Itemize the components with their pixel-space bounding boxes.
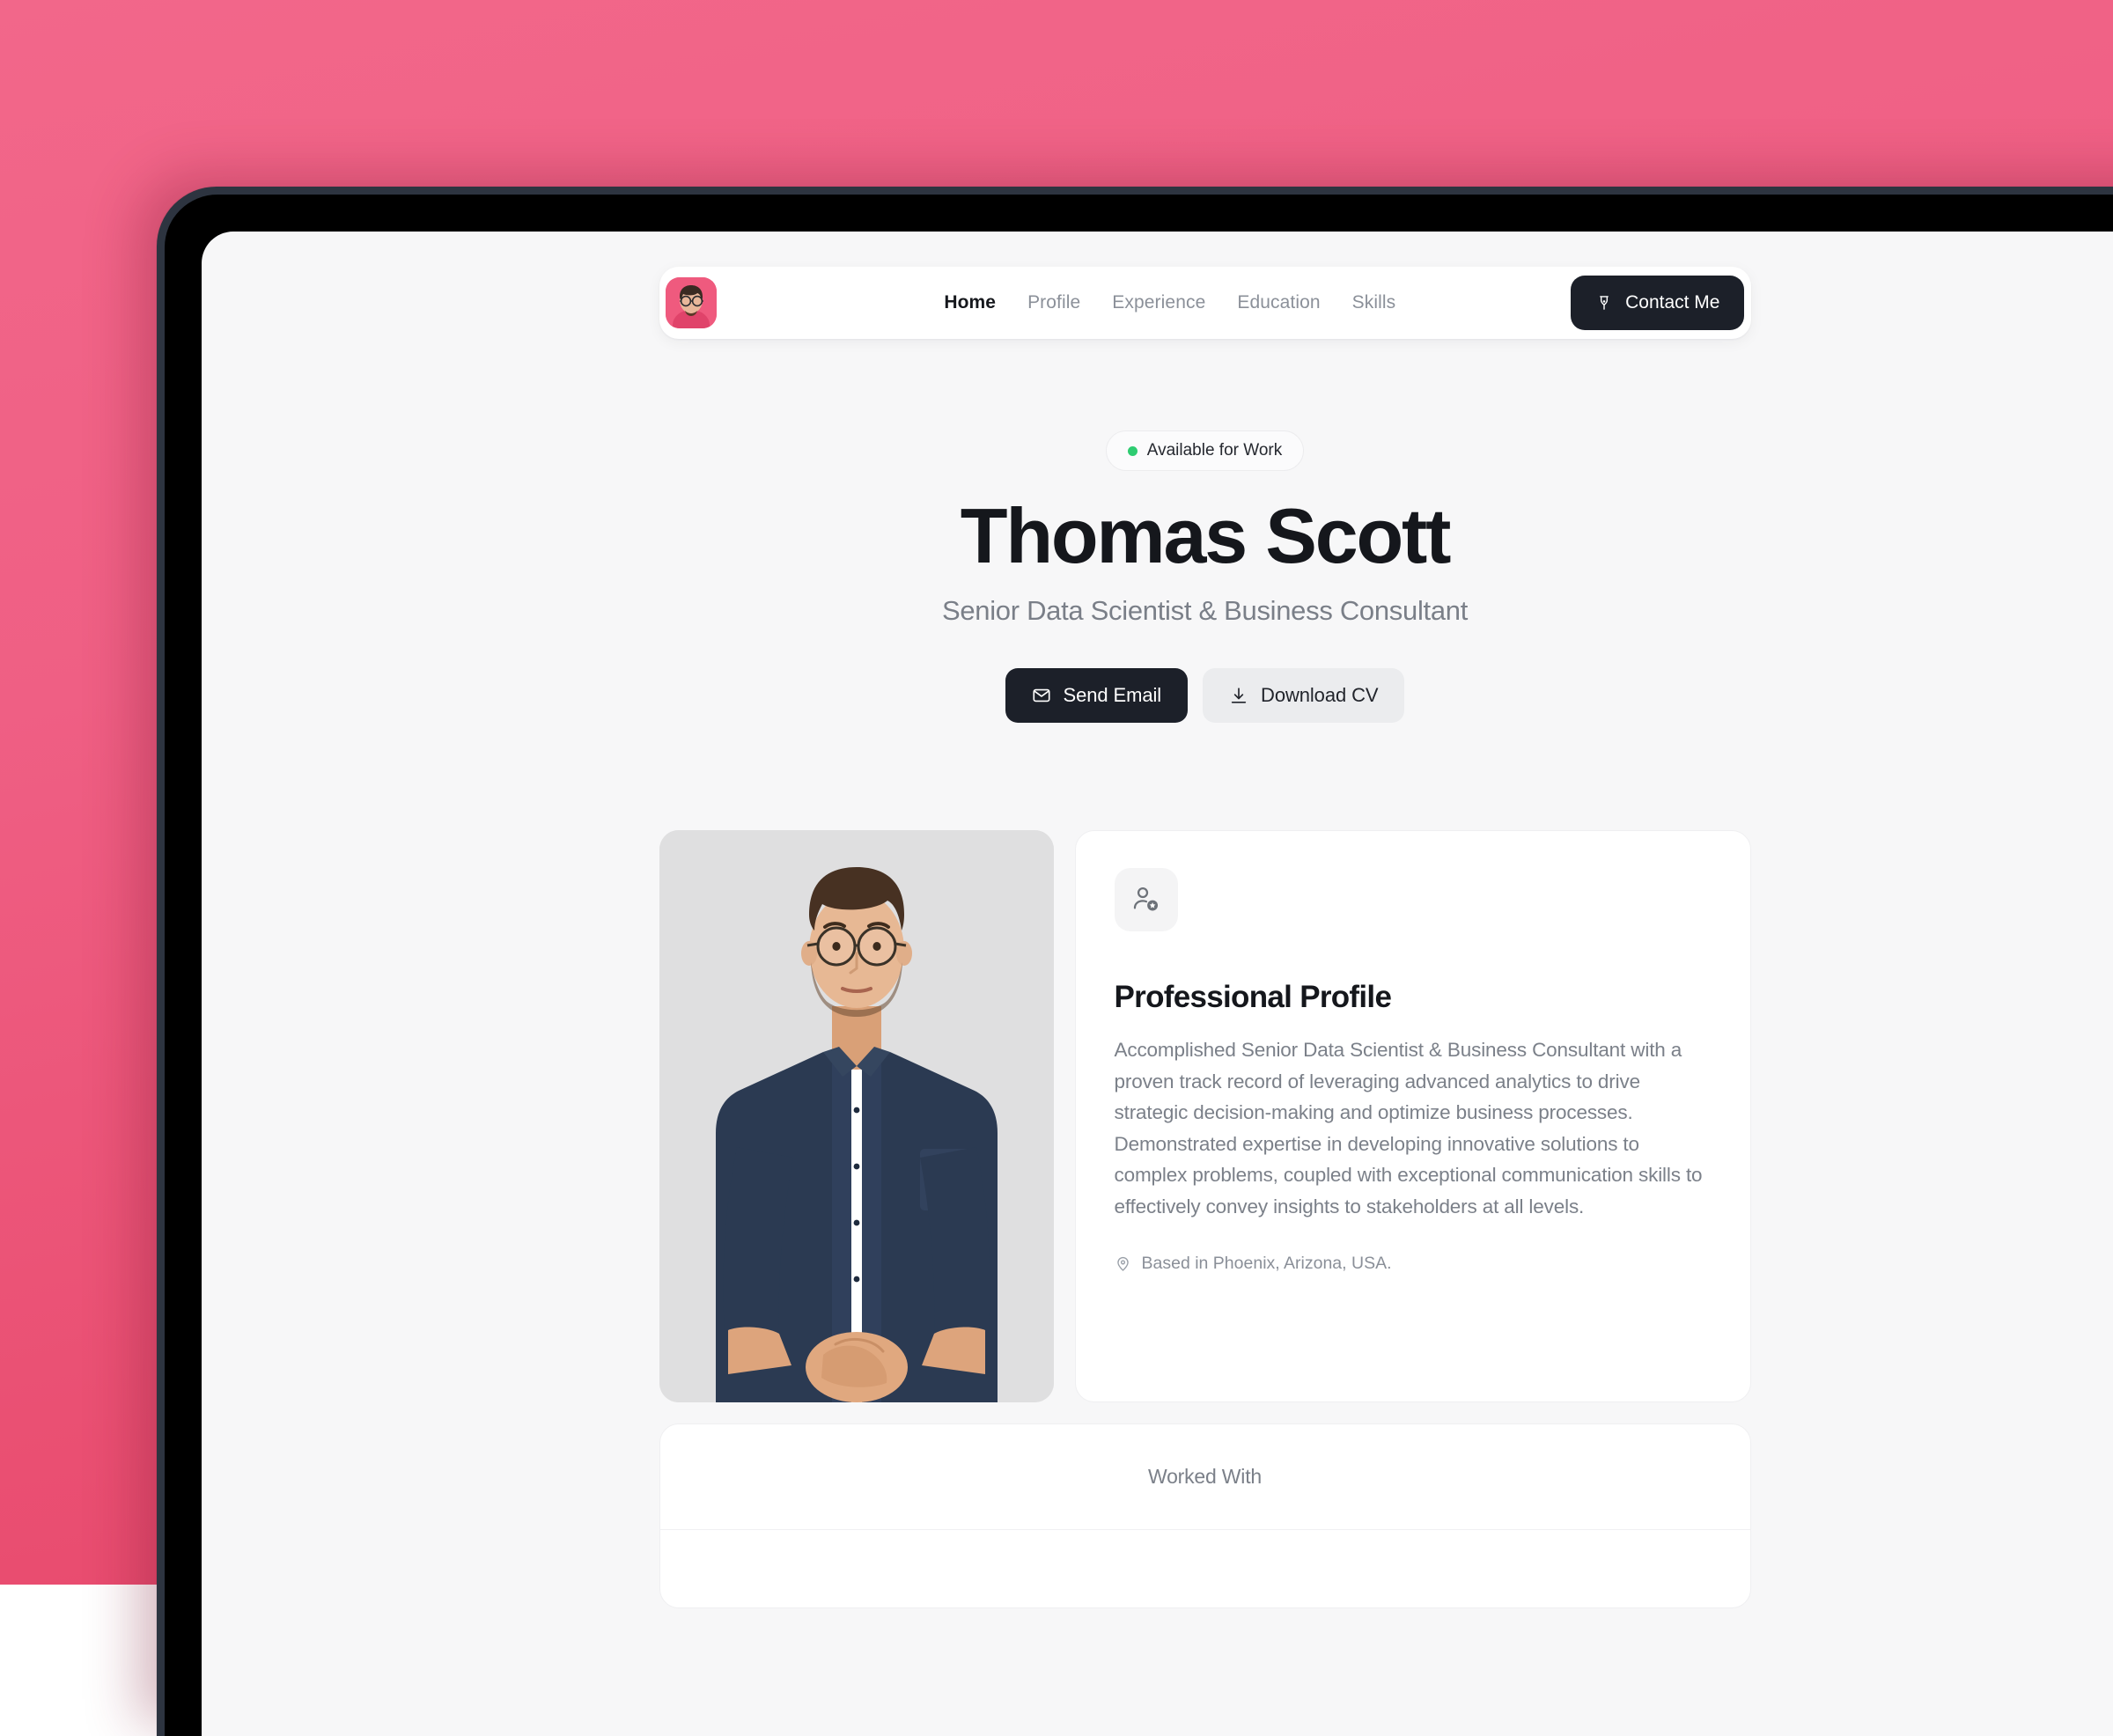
nav-item-skills[interactable]: Skills [1352,292,1396,313]
pen-nib-icon [1595,294,1613,312]
device-frame: Home Profile Experience Education Skills [157,187,2113,1736]
hero-section: Available for Work Thomas Scott Senior D… [659,430,1751,723]
send-email-label: Send Email [1064,684,1162,707]
avatar[interactable] [666,277,717,328]
portfolio-page: Home Profile Experience Education Skills [202,232,2113,1736]
page-title: Thomas Scott [659,494,1751,577]
status-badge-label: Available for Work [1147,441,1282,460]
user-star-icon [1115,868,1178,931]
status-badge: Available for Work [1106,430,1304,471]
status-dot-icon [1128,446,1137,456]
envelope-icon [1032,686,1051,705]
nav-item-home[interactable]: Home [944,292,996,313]
send-email-button[interactable]: Send Email [1005,668,1189,723]
profile-location-label: Based in Phoenix, Arizona, USA. [1142,1254,1392,1274]
profile-card-title: Professional Profile [1115,980,1712,1015]
nav-item-education[interactable]: Education [1237,292,1320,313]
avatar-image [666,277,717,328]
worked-with-card: Worked With [659,1423,1751,1608]
profile-section: Professional Profile Accomplished Senior… [659,830,1751,1402]
portrait-photo-card [659,830,1054,1402]
portrait-photo [659,830,1054,1402]
hero-actions: Send Email Downloa [659,668,1751,723]
worked-with-title: Worked With [660,1465,1750,1489]
contact-me-button[interactable]: Contact Me [1571,276,1744,330]
page-container: Home Profile Experience Education Skills [659,267,1751,1608]
nav-item-experience[interactable]: Experience [1112,292,1205,313]
navbar: Home Profile Experience Education Skills [659,267,1751,339]
worked-with-divider [660,1529,1750,1530]
download-cv-label: Download CV [1261,684,1378,707]
download-icon [1229,686,1248,705]
device-bezel: Home Profile Experience Education Skills [165,195,2113,1736]
profile-card-body: Accomplished Senior Data Scientist & Bus… [1115,1034,1712,1222]
download-cv-button[interactable]: Download CV [1203,668,1404,723]
profile-location: Based in Phoenix, Arizona, USA. [1115,1254,1712,1274]
contact-me-label: Contact Me [1625,292,1719,313]
professional-profile-card: Professional Profile Accomplished Senior… [1075,830,1751,1402]
device-screen: Home Profile Experience Education Skills [202,232,2113,1736]
nav-item-profile[interactable]: Profile [1027,292,1080,313]
hero-subtitle: Senior Data Scientist & Business Consult… [659,595,1751,627]
map-pin-icon [1115,1255,1131,1272]
nav-links: Home Profile Experience Education Skills [891,292,1395,313]
